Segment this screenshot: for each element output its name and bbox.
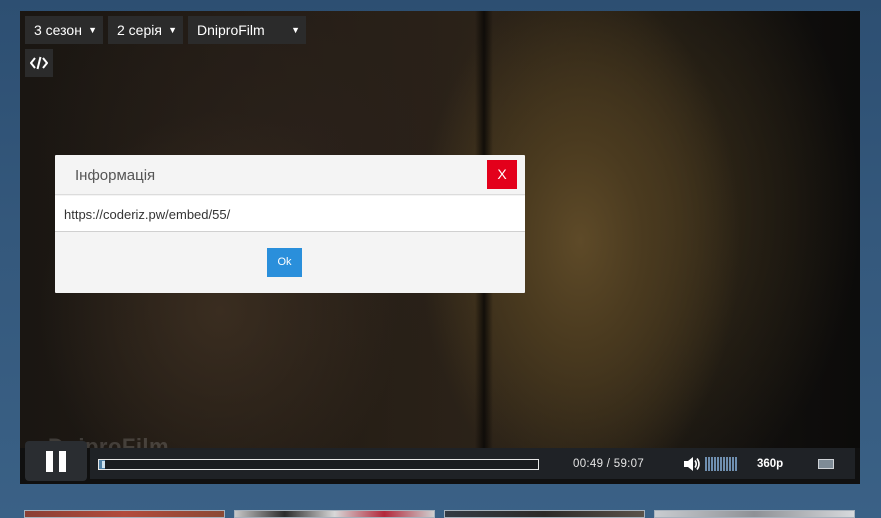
code-icon	[30, 56, 48, 70]
volume-slider[interactable]	[705, 457, 737, 471]
pause-button[interactable]	[25, 441, 87, 481]
volume-level-segment[interactable]	[708, 457, 710, 471]
embed-url-text[interactable]: https://coderiz.pw/embed/55/	[64, 207, 230, 222]
season-select-label: 3 сезон	[34, 22, 82, 38]
volume-level-segment[interactable]	[729, 457, 731, 471]
volume-level-segment[interactable]	[732, 457, 734, 471]
related-video-thumbnail[interactable]	[234, 510, 435, 518]
volume-icon[interactable]	[683, 456, 701, 472]
volume-level-segment[interactable]	[717, 457, 719, 471]
quality-button[interactable]: 360p	[757, 458, 783, 470]
modal-header: Інформація X	[55, 155, 525, 195]
volume-level-segment[interactable]	[705, 457, 707, 471]
season-select[interactable]: 3 сезон ▼	[25, 16, 103, 44]
modal-ok-button[interactable]: Ok	[267, 248, 302, 277]
volume-level-segment[interactable]	[720, 457, 722, 471]
control-bar: 00:49 / 59:07 360p	[20, 441, 860, 484]
volume-level-segment[interactable]	[711, 457, 713, 471]
modal-body: https://coderiz.pw/embed/55/	[55, 196, 525, 232]
embed-button[interactable]	[25, 49, 53, 77]
seek-bar[interactable]	[98, 459, 539, 470]
volume-level-segment[interactable]	[714, 457, 716, 471]
episode-select-label: 2 серія	[117, 22, 162, 38]
video-player[interactable]: DniproFilm 3 сезон ▼ 2 серія ▼ DniproFil…	[20, 11, 860, 484]
related-video-thumbnail[interactable]	[444, 510, 645, 518]
voice-select-label: DniproFilm	[197, 22, 265, 38]
volume-level-segment[interactable]	[726, 457, 728, 471]
triangle-down-icon: ▼	[168, 25, 177, 35]
modal-close-button[interactable]: X	[487, 160, 517, 189]
info-modal: Інформація X https://coderiz.pw/embed/55…	[55, 155, 525, 293]
seek-handle[interactable]	[102, 461, 105, 468]
volume-level-segment[interactable]	[735, 457, 737, 471]
triangle-down-icon: ▼	[88, 25, 97, 35]
triangle-down-icon: ▼	[291, 25, 300, 35]
related-videos-strip	[0, 510, 881, 518]
episode-select[interactable]: 2 серія ▼	[108, 16, 183, 44]
fullscreen-icon[interactable]	[818, 459, 834, 469]
volume-level-segment[interactable]	[723, 457, 725, 471]
voice-select[interactable]: DniproFilm ▼	[188, 16, 306, 44]
related-video-thumbnail[interactable]	[654, 510, 855, 518]
related-video-thumbnail[interactable]	[24, 510, 225, 518]
modal-title: Інформація	[75, 167, 156, 184]
time-display: 00:49 / 59:07	[573, 458, 645, 470]
